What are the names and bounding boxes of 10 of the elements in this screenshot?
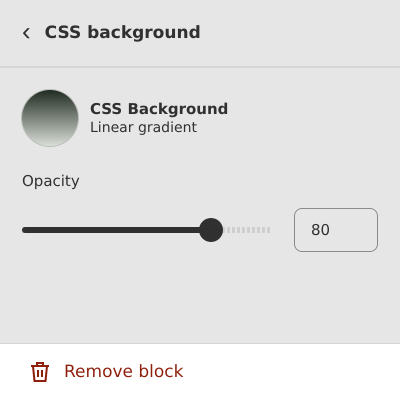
gradient-swatch — [22, 90, 78, 146]
slider-thumb[interactable] — [199, 218, 224, 242]
opacity-input[interactable]: 80 — [294, 208, 378, 252]
back-button[interactable]: ‹ — [22, 18, 31, 44]
opacity-label: Opacity — [22, 172, 81, 190]
block-subtitle: Linear gradient — [90, 120, 198, 136]
trash-icon — [30, 361, 50, 383]
block-title: CSS Background — [90, 100, 228, 118]
remove-block-button[interactable]: Remove block — [0, 343, 400, 400]
panel-title: CSS background — [44, 23, 201, 43]
